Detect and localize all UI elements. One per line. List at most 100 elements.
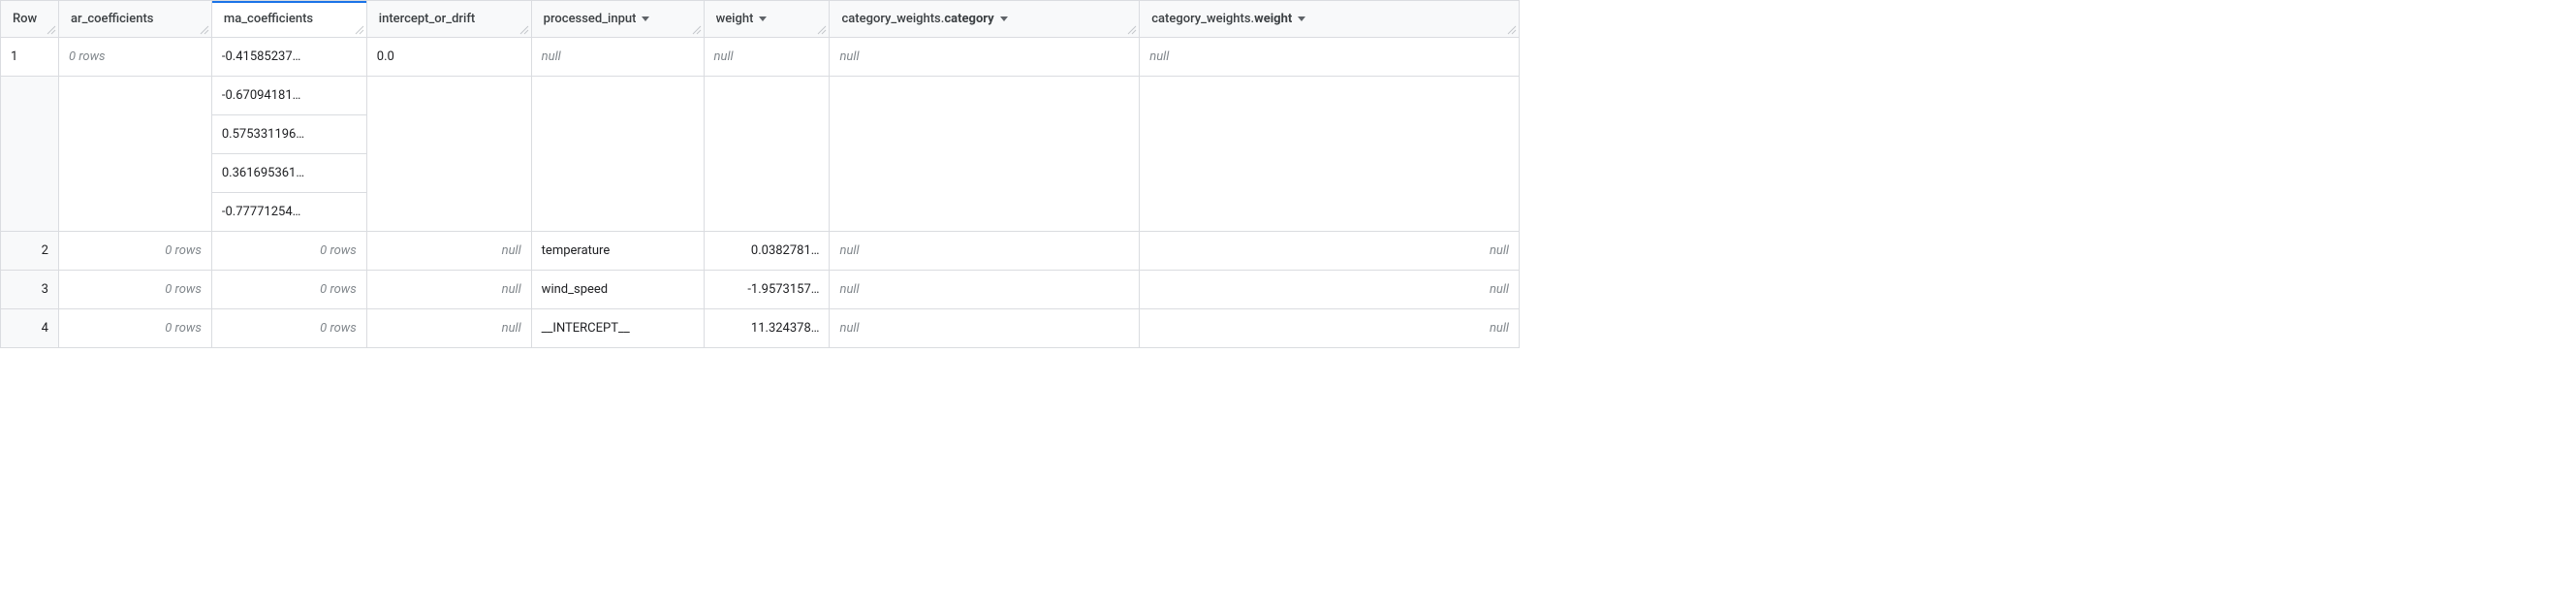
ar-cell: 0 rows xyxy=(59,309,212,348)
resize-handle-icon[interactable] xyxy=(817,25,827,35)
drift-cell: null xyxy=(367,271,532,309)
cell-value: null xyxy=(502,282,521,297)
cwt-cell: null xyxy=(1140,38,1519,77)
header-label: processed_input xyxy=(544,12,637,26)
cell-value: -0.77771254… xyxy=(222,205,300,219)
ar-cell: 0 rows xyxy=(59,271,212,309)
merged-blank xyxy=(367,77,531,232)
header-label-prefix: category_weights. xyxy=(1151,12,1254,26)
merged-blank xyxy=(532,77,704,232)
cell-value: 0 rows xyxy=(165,282,202,297)
cell-value: null xyxy=(1490,321,1509,336)
ma-list-item: 0.361695361… xyxy=(212,154,366,193)
cell-value: -0.41585237… xyxy=(222,49,300,64)
table-row: 3 0 rows 0 rows null wind_speed -1.95731… xyxy=(1,271,1520,309)
proc-col: null xyxy=(532,38,705,232)
cell-value: 0 rows xyxy=(320,243,357,258)
header-weight[interactable]: weight xyxy=(705,1,831,38)
cell-value: 0 rows xyxy=(165,243,202,258)
row-number-col: 1 xyxy=(1,38,59,232)
ma-list-item: -0.41585237… xyxy=(212,38,366,77)
cell-value: null xyxy=(714,49,734,64)
header-ar-coefficients[interactable]: ar_coefficients xyxy=(59,1,212,38)
proc-cell: null xyxy=(532,38,704,77)
cwt-col: null xyxy=(1140,38,1520,232)
header-category-weights-weight[interactable]: category_weights.weight xyxy=(1140,1,1520,38)
ma-list-item: -0.77771254… xyxy=(212,193,366,232)
header-label: ar_coefficients xyxy=(71,12,154,26)
cell-value: null xyxy=(839,321,859,336)
merged-blank xyxy=(59,77,211,232)
cell-value: 0 rows xyxy=(320,282,357,297)
wt-cell: 11.324378… xyxy=(705,309,831,348)
cell-value: 3 xyxy=(42,282,48,297)
header-label: category_weights.category xyxy=(841,12,993,26)
cwt-cell: null xyxy=(1140,271,1520,309)
cell-value: null xyxy=(839,282,859,297)
header-label-prefix: category_weights. xyxy=(841,12,944,26)
chevron-down-icon[interactable] xyxy=(1298,16,1305,21)
header-row-number[interactable]: Row xyxy=(1,1,59,38)
cat-cell: null xyxy=(830,38,1139,77)
cwt-cell: null xyxy=(1140,232,1520,271)
results-table: Row ar_coefficients ma_coefficients inte… xyxy=(0,0,1520,348)
header-label: ma_coefficients xyxy=(224,12,313,26)
header-label: weight xyxy=(716,12,754,26)
table-header-row: Row ar_coefficients ma_coefficients inte… xyxy=(1,1,1520,38)
row-number-cell: 1 xyxy=(1,38,58,77)
resize-handle-icon[interactable] xyxy=(47,25,56,35)
resize-handle-icon[interactable] xyxy=(519,25,529,35)
cell-value: 0.0382781… xyxy=(751,243,820,258)
chevron-down-icon[interactable] xyxy=(759,16,767,21)
proc-cell: wind_speed xyxy=(532,271,705,309)
header-label-field: weight xyxy=(1254,12,1292,26)
merged-blank xyxy=(1140,77,1519,232)
cell-value: 11.324378… xyxy=(751,321,820,336)
cell-value: 1 xyxy=(11,49,17,64)
cell-value: 0 rows xyxy=(320,321,357,336)
cell-value: null xyxy=(502,243,521,258)
ar-cell: 0 rows xyxy=(59,232,212,271)
cell-value: 0.575331196… xyxy=(222,127,304,142)
resize-handle-icon[interactable] xyxy=(692,25,702,35)
ma-col: -0.41585237… -0.67094181… 0.575331196… 0… xyxy=(212,38,367,232)
cell-value: 4 xyxy=(42,321,48,336)
chevron-down-icon[interactable] xyxy=(642,16,649,21)
wt-cell: 0.0382781… xyxy=(705,232,831,271)
ma-list-item: -0.67094181… xyxy=(212,77,366,115)
drift-cell: null xyxy=(367,232,532,271)
header-ma-coefficients[interactable]: ma_coefficients xyxy=(212,1,367,38)
ar-col: 0 rows xyxy=(59,38,212,232)
cell-value: 0 rows xyxy=(69,49,106,64)
row-number-cell: 3 xyxy=(1,271,59,309)
header-processed-input[interactable]: processed_input xyxy=(532,1,705,38)
cat-cell: null xyxy=(830,309,1140,348)
cell-value: temperature xyxy=(542,243,611,258)
cell-value: 2 xyxy=(42,243,48,258)
header-label: Row xyxy=(13,12,37,26)
proc-cell: temperature xyxy=(532,232,705,271)
row-number-cell: 4 xyxy=(1,309,59,348)
drift-col: 0.0 xyxy=(367,38,532,232)
resize-handle-icon[interactable] xyxy=(1507,25,1517,35)
header-intercept-or-drift[interactable]: intercept_or_drift xyxy=(367,1,532,38)
cell-value: 0.361695361… xyxy=(222,166,304,180)
resize-handle-icon[interactable] xyxy=(200,25,209,35)
cell-value: null xyxy=(839,49,859,64)
cell-value: -1.9573157… xyxy=(747,282,819,297)
cell-value: wind_speed xyxy=(542,282,608,297)
cell-value: null xyxy=(542,49,561,64)
cell-value: null xyxy=(1490,243,1509,258)
proc-cell: __INTERCEPT__ xyxy=(532,309,705,348)
ma-cell: 0 rows xyxy=(212,232,367,271)
table-row: 4 0 rows 0 rows null __INTERCEPT__ 11.32… xyxy=(1,309,1520,348)
resize-handle-icon[interactable] xyxy=(1127,25,1137,35)
header-label: category_weights.weight xyxy=(1151,12,1292,26)
wt-col: null xyxy=(705,38,831,232)
header-category-weights-category[interactable]: category_weights.category xyxy=(830,1,1140,38)
resize-handle-icon[interactable] xyxy=(355,25,364,35)
header-label-field: category xyxy=(944,12,993,26)
chevron-down-icon[interactable] xyxy=(1000,16,1008,21)
wt-cell: -1.9573157… xyxy=(705,271,831,309)
cell-value: null xyxy=(1490,282,1509,297)
